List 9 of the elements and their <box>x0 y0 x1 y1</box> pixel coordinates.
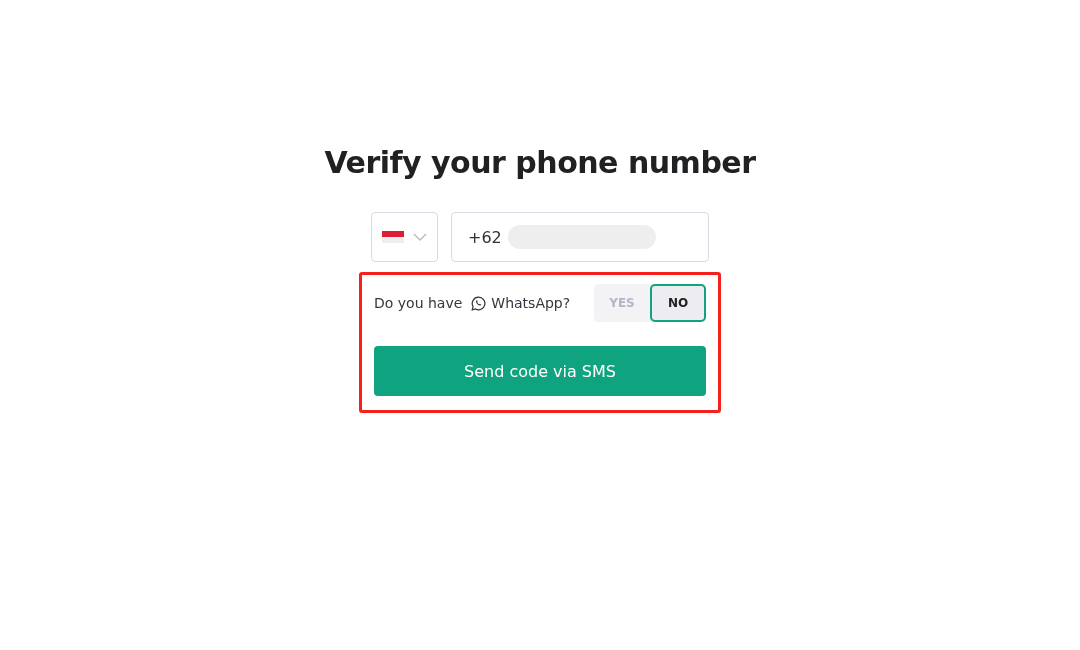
whatsapp-label: WhatsApp? <box>491 295 571 311</box>
phone-field[interactable]: +62 <box>451 212 709 262</box>
whatsapp-icon <box>471 295 487 311</box>
toggle-option[interactable]: NO <box>650 284 706 322</box>
flag-icon <box>382 231 404 243</box>
page-title: Verify your phone number <box>324 145 756 180</box>
question-text: Do you have <box>374 295 463 311</box>
chevron-down-icon <box>413 233 427 241</box>
country-select[interactable] <box>371 212 438 262</box>
